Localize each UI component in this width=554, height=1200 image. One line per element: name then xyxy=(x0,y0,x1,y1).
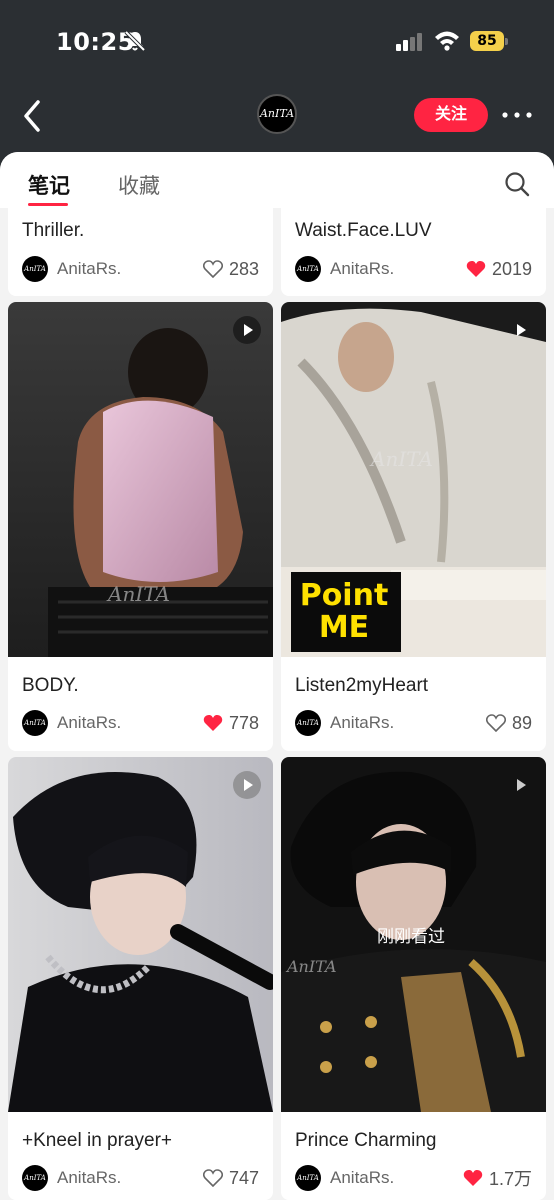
note-author[interactable]: AnITA AnitaRs. xyxy=(22,256,121,282)
note-title: Listen2myHeart xyxy=(295,675,429,696)
follow-button[interactable]: 关注 xyxy=(414,98,488,132)
heart-filled-icon xyxy=(463,1170,483,1186)
battery-icon: 85 xyxy=(470,31,508,51)
author-name: AnitaRs. xyxy=(330,1168,395,1187)
watermark: AnITA xyxy=(287,957,337,976)
author-avatar: AnITA xyxy=(295,256,321,282)
like-count: 89 xyxy=(511,712,532,733)
note-card[interactable]: Waist.Face.LUV AnITA AnitaRs. 2019 xyxy=(281,208,546,296)
note-cover-image: AnITA xyxy=(8,302,273,657)
note-card[interactable]: Point ME AnITA Listen2myHeart AnITA Anit… xyxy=(281,302,546,751)
like-button[interactable]: 747 xyxy=(202,1165,259,1191)
note-card[interactable]: 刚刚看过 AnITA Prince Charming AnITA AnitaRs… xyxy=(281,757,546,1200)
profile-avatar[interactable]: AnITA xyxy=(257,94,297,134)
note-card[interactable]: +Kneel in prayer+ AnITA AnitaRs. 747 xyxy=(8,757,273,1200)
note-title: BODY. xyxy=(22,675,79,696)
note-cover-image: Point ME AnITA xyxy=(281,302,546,657)
tab-bar: 笔记 收藏 xyxy=(0,152,554,208)
profile-header: AnITA 关注 xyxy=(0,84,554,152)
note-author[interactable]: AnITA AnitaRs. xyxy=(295,1165,394,1191)
like-count: 283 xyxy=(228,258,259,279)
like-count: 1.7万 xyxy=(488,1169,532,1189)
note-title: +Kneel in prayer+ xyxy=(22,1130,172,1151)
author-avatar: AnITA xyxy=(22,256,48,282)
like-count: 2019 xyxy=(491,258,532,279)
video-play-icon xyxy=(233,771,261,799)
author-avatar: AnITA xyxy=(295,1165,321,1191)
wifi-icon xyxy=(435,31,459,51)
recently-viewed-label: 刚刚看过 xyxy=(377,927,445,946)
note-title: Prince Charming xyxy=(295,1130,437,1151)
video-play-icon xyxy=(233,316,261,344)
note-author[interactable]: AnITA AnitaRs. xyxy=(22,1165,121,1191)
heart-outline-icon xyxy=(202,260,223,278)
like-button[interactable]: 1.7万 xyxy=(463,1165,532,1191)
author-avatar: AnITA xyxy=(22,710,48,736)
watermark: AnITA xyxy=(371,447,433,471)
search-icon[interactable] xyxy=(504,171,530,197)
like-count: 747 xyxy=(228,1167,259,1188)
status-bar: 10:25 85 xyxy=(0,0,554,84)
author-name: AnitaRs. xyxy=(57,259,122,278)
back-chevron-icon[interactable] xyxy=(18,98,48,134)
note-card[interactable]: AnITA BODY. AnITA AnitaRs. 778 xyxy=(8,302,273,751)
battery-level: 85 xyxy=(470,31,504,51)
like-button[interactable]: 778 xyxy=(203,710,259,736)
author-name: AnitaRs. xyxy=(57,713,122,732)
like-button[interactable]: 2019 xyxy=(466,256,532,282)
heart-filled-icon xyxy=(203,715,223,731)
author-name: AnitaRs. xyxy=(330,259,395,278)
video-play-icon xyxy=(506,771,534,799)
heart-outline-icon xyxy=(202,1169,223,1187)
watermark: AnITA xyxy=(108,582,170,606)
note-cover-image xyxy=(8,757,273,1112)
cellular-signal-icon xyxy=(396,33,422,51)
author-name: AnitaRs. xyxy=(57,1168,122,1187)
author-name: AnitaRs. xyxy=(330,713,395,732)
bell-slash-icon xyxy=(124,30,146,52)
more-options-icon[interactable] xyxy=(500,102,534,128)
author-avatar: AnITA xyxy=(295,710,321,736)
note-author[interactable]: AnITA AnitaRs. xyxy=(295,256,394,282)
video-play-icon xyxy=(506,316,534,344)
author-avatar: AnITA xyxy=(22,1165,48,1191)
note-card[interactable]: Thriller. AnITA AnitaRs. 283 xyxy=(8,208,273,296)
heart-outline-icon xyxy=(485,714,506,732)
point-me-sticker: Point ME xyxy=(299,578,389,645)
note-title: Thriller. xyxy=(22,220,85,241)
like-button[interactable]: 89 xyxy=(485,710,532,736)
tab-collections[interactable]: 收藏 xyxy=(118,170,160,200)
note-author[interactable]: AnITA AnitaRs. xyxy=(22,710,121,736)
tab-notes[interactable]: 笔记 xyxy=(28,170,70,200)
like-count: 778 xyxy=(228,712,259,733)
active-tab-indicator xyxy=(28,203,68,206)
note-author[interactable]: AnITA AnitaRs. xyxy=(295,710,394,736)
heart-filled-icon xyxy=(466,261,486,277)
note-cover-image: 刚刚看过 AnITA xyxy=(281,757,546,1112)
content-panel: 笔记 收藏 Thriller. AnITA AnitaRs. 283 Waist… xyxy=(0,152,554,1200)
note-title: Waist.Face.LUV xyxy=(295,220,432,241)
like-button[interactable]: 283 xyxy=(202,256,259,282)
